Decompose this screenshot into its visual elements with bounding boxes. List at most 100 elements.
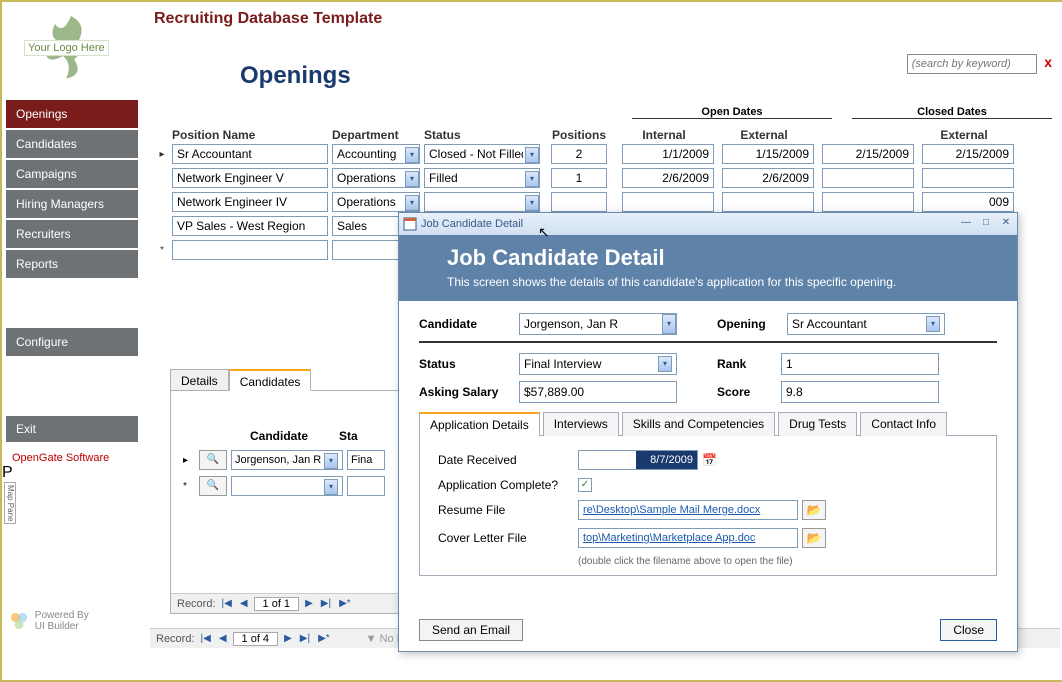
nav-configure[interactable]: Configure [6, 328, 138, 356]
status-input[interactable] [424, 144, 540, 164]
tab-application-details[interactable]: Application Details [419, 412, 540, 436]
dialog-titlebar[interactable]: Job Candidate Detail — □ ✕ [399, 213, 1017, 235]
main-recnav-prev[interactable]: ◀ [217, 633, 229, 644]
candidate-input[interactable] [519, 313, 677, 335]
opengate-link[interactable]: OpenGate Software [12, 452, 150, 464]
resume-file-link[interactable]: re\Desktop\Sample Mail Merge.docx [578, 500, 798, 520]
candidate-combo[interactable]: ▾ [519, 313, 677, 335]
window-minimize-icon[interactable]: — [957, 217, 975, 231]
score-input[interactable] [781, 381, 939, 403]
resume-browse-button[interactable]: 📂 [802, 500, 826, 520]
sub-tabs: Details Candidates [170, 369, 311, 391]
main-recnav-next[interactable]: ▶ [282, 633, 294, 644]
table-row: ▾▾ [152, 166, 1060, 190]
chevron-down-icon[interactable]: ▾ [658, 356, 672, 372]
row-selector[interactable]: * [183, 481, 199, 492]
open-external-input[interactable] [722, 168, 814, 188]
chevron-down-icon[interactable]: ▾ [405, 147, 419, 163]
open-internal-input[interactable] [622, 168, 714, 188]
chevron-down-icon[interactable]: ▾ [926, 316, 940, 332]
chevron-down-icon[interactable]: ▾ [324, 479, 338, 495]
open-internal-input[interactable] [622, 192, 714, 212]
chevron-down-icon[interactable]: ▾ [405, 171, 419, 187]
main-recnav-first[interactable]: |◀ [199, 633, 213, 644]
nav-recruiters[interactable]: Recruiters [6, 220, 138, 248]
search-input[interactable] [907, 54, 1037, 74]
status-input[interactable] [519, 353, 677, 375]
recnav-first[interactable]: |◀ [220, 598, 234, 609]
label-asking-salary: Asking Salary [419, 385, 519, 399]
date-received-input[interactable]: 8/7/2009 [578, 450, 698, 470]
closed-external-input[interactable] [922, 168, 1014, 188]
closed-internal-input[interactable] [822, 168, 914, 188]
tab-contact-info[interactable]: Contact Info [860, 412, 947, 436]
open-external-input[interactable] [722, 144, 814, 164]
recnav-new[interactable]: ▶* [337, 598, 353, 609]
opening-input[interactable] [787, 313, 945, 335]
chevron-down-icon[interactable]: ▾ [525, 195, 539, 211]
position-input[interactable] [172, 240, 328, 260]
recnav-last[interactable]: ▶| [319, 598, 333, 609]
closed-external-input[interactable] [922, 144, 1014, 164]
nav-reports[interactable]: Reports [6, 250, 138, 278]
tab-candidates[interactable]: Candidates [229, 369, 312, 391]
cover-file-link[interactable]: top\Marketing\Marketplace App.doc [578, 528, 798, 548]
status-input[interactable] [424, 168, 540, 188]
tab-drug-tests[interactable]: Drug Tests [778, 412, 857, 436]
position-input[interactable] [172, 216, 328, 236]
position-input[interactable] [172, 192, 328, 212]
closed-external-input[interactable] [922, 192, 1014, 212]
position-input[interactable] [172, 144, 328, 164]
chevron-down-icon[interactable]: ▾ [324, 453, 338, 469]
row-selector[interactable]: ▸ [183, 455, 199, 466]
map-pane-tab[interactable]: Map Pane [4, 482, 16, 524]
window-close-icon[interactable]: ✕ [997, 217, 1015, 231]
nav-hiring-managers[interactable]: Hiring Managers [6, 190, 138, 218]
chevron-down-icon[interactable]: ▾ [662, 314, 676, 334]
chevron-down-icon[interactable]: ▾ [525, 147, 539, 163]
dialog-tabs: Application Details Interviews Skills an… [419, 411, 997, 436]
tab-details[interactable]: Details [170, 369, 229, 391]
status-input[interactable] [347, 476, 385, 496]
main-recnav-last[interactable]: ▶| [298, 633, 312, 644]
send-email-button[interactable]: Send an Email [419, 619, 523, 641]
close-button[interactable]: Close [940, 619, 997, 641]
recnav-next[interactable]: ▶ [303, 598, 315, 609]
closed-internal-input[interactable] [822, 192, 914, 212]
row-selector[interactable]: * [152, 245, 172, 256]
nav-exit[interactable]: Exit [6, 416, 138, 442]
tab-skills[interactable]: Skills and Competencies [622, 412, 775, 436]
cover-browse-button[interactable]: 📂 [802, 528, 826, 548]
nav-openings[interactable]: Openings [6, 100, 138, 128]
closed-internal-input[interactable] [822, 144, 914, 164]
open-detail-button[interactable]: 🔍 [199, 450, 227, 470]
tab-interviews[interactable]: Interviews [543, 412, 619, 436]
positions-input[interactable] [551, 192, 607, 212]
position-input[interactable] [172, 168, 328, 188]
positions-input[interactable] [551, 144, 607, 164]
status-combo[interactable]: ▾ [519, 353, 677, 375]
status-input[interactable] [424, 192, 540, 212]
chevron-down-icon[interactable]: ▾ [405, 195, 419, 211]
positions-input[interactable] [551, 168, 607, 188]
open-internal-input[interactable] [622, 144, 714, 164]
row-selector[interactable]: ▸ [152, 149, 172, 160]
recnav-label: Record: [177, 598, 216, 610]
rank-input[interactable] [781, 353, 939, 375]
window-maximize-icon[interactable]: □ [977, 217, 995, 231]
opening-combo[interactable]: ▾ [787, 313, 945, 335]
col-department: Department [332, 128, 424, 142]
status-input[interactable] [347, 450, 385, 470]
chevron-down-icon[interactable]: ▾ [525, 171, 539, 187]
calendar-icon[interactable]: 📅 [702, 453, 720, 467]
app-complete-checkbox[interactable]: ✓ [578, 478, 592, 492]
nav-campaigns[interactable]: Campaigns [6, 160, 138, 188]
asking-salary-input[interactable] [519, 381, 677, 403]
search-clear-icon[interactable]: x [1044, 54, 1052, 70]
nav-candidates[interactable]: Candidates [6, 130, 138, 158]
table-row: ▾▾ [152, 190, 1060, 214]
open-detail-button[interactable]: 🔍 [199, 476, 227, 496]
main-recnav-new[interactable]: ▶* [316, 633, 332, 644]
open-external-input[interactable] [722, 192, 814, 212]
recnav-prev[interactable]: ◀ [238, 598, 250, 609]
